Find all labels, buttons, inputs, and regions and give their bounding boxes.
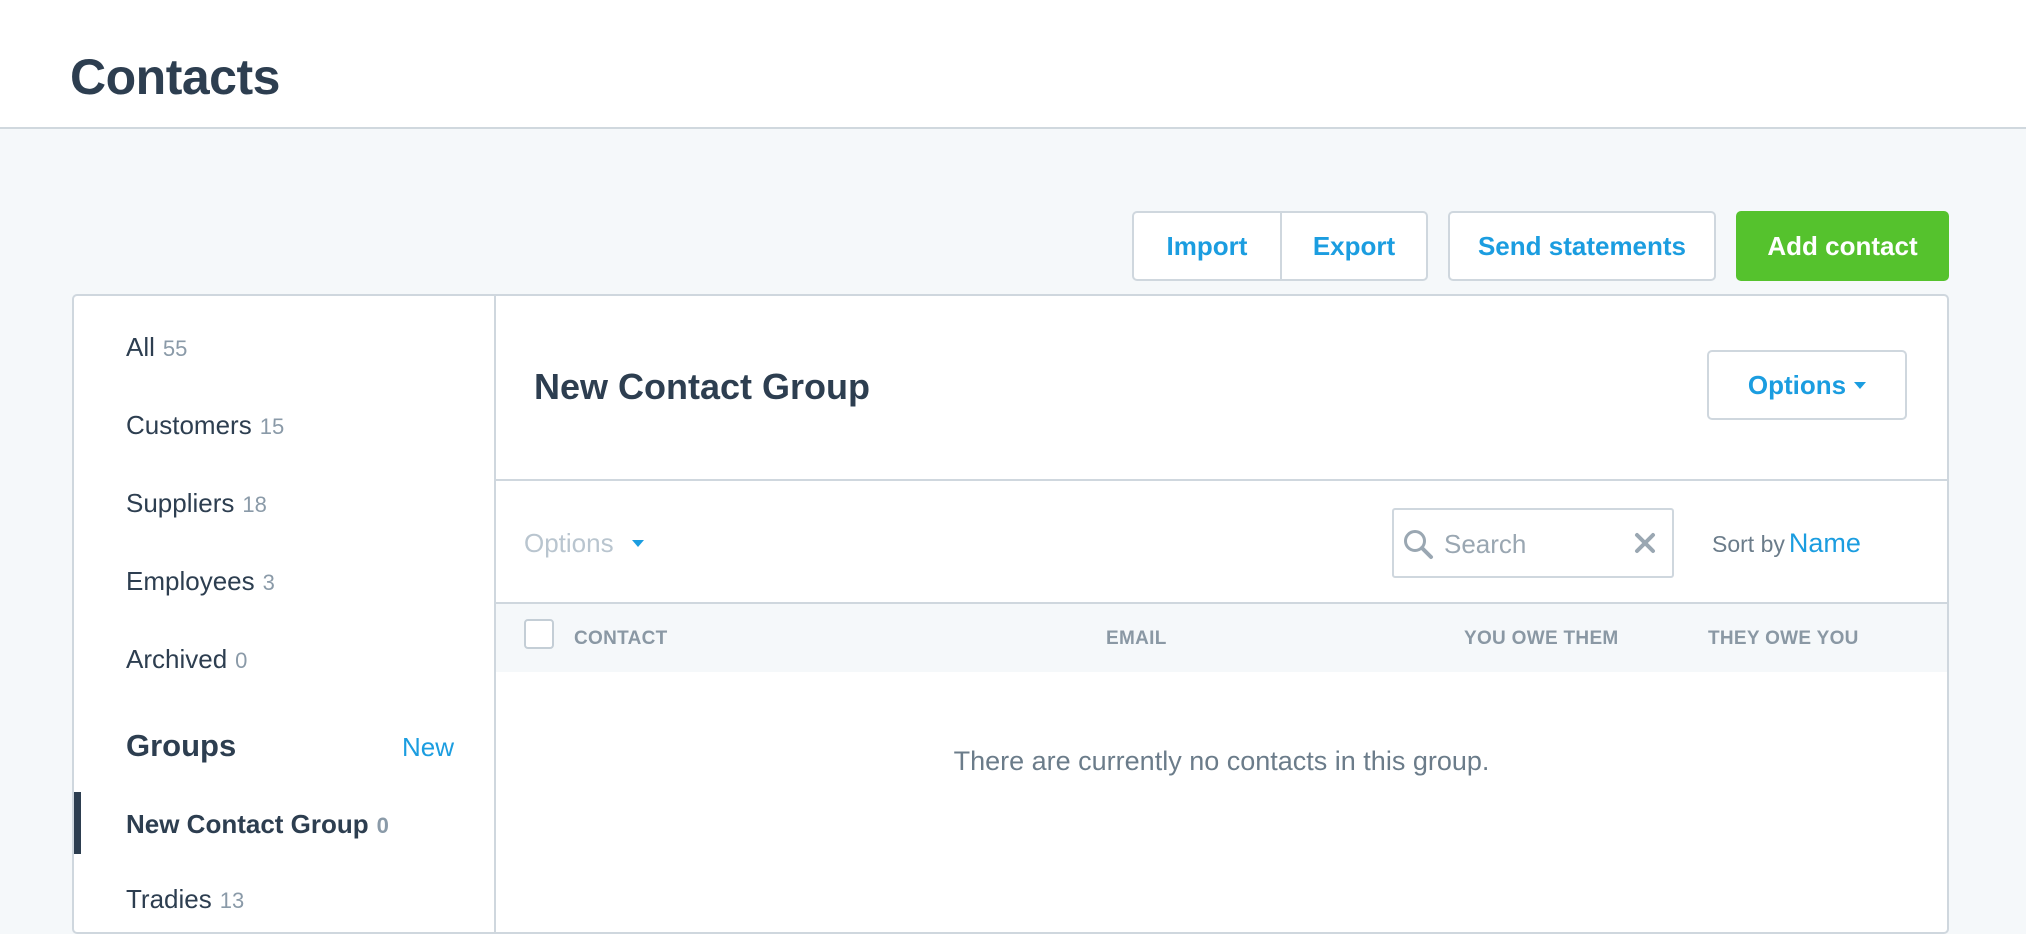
sidebar-item-label: Customers xyxy=(126,410,252,440)
bulk-options-dropdown[interactable]: Options xyxy=(524,528,644,559)
sidebar-group-label: Tradies xyxy=(126,884,212,914)
select-all-checkbox[interactable] xyxy=(524,619,554,649)
search-box xyxy=(1392,508,1674,578)
contacts-panel: All 55 Customers 15 Suppliers 18 Employees 3… xyxy=(72,294,1949,934)
sidebar-group-count: 0 xyxy=(376,813,389,838)
groups-heading: Groups xyxy=(126,728,237,763)
sort-label: Sort by xyxy=(1712,531,1785,557)
sidebar-item-count: 3 xyxy=(262,570,275,595)
sidebar-group-new-contact-group[interactable]: New Contact Group 0 xyxy=(126,809,389,840)
group-title: New Contact Group xyxy=(534,366,871,407)
sidebar-item-employees[interactable]: Employees 3 xyxy=(126,566,275,597)
send-statements-button[interactable]: Send statements xyxy=(1448,211,1716,281)
column-header-email[interactable]: EMAIL xyxy=(1106,628,1167,650)
group-options-button[interactable]: Options xyxy=(1707,350,1907,420)
export-button[interactable]: Export xyxy=(1280,211,1428,281)
sidebar-group-tradies[interactable]: Tradies 13 xyxy=(126,884,244,915)
sidebar-item-count: 15 xyxy=(259,414,285,439)
sidebar-item-suppliers[interactable]: Suppliers 18 xyxy=(126,488,267,519)
sidebar-item-customers[interactable]: Customers 15 xyxy=(126,410,284,441)
divider xyxy=(496,479,1947,481)
sidebar-item-count: 0 xyxy=(235,648,248,673)
empty-state-message: There are currently no contacts in this … xyxy=(953,746,1490,776)
table-header: CONTACT EMAIL YOU OWE THEM THEY OWE YOU xyxy=(496,602,1947,672)
sidebar-item-label: Suppliers xyxy=(126,488,235,518)
sidebar-item-count: 18 xyxy=(242,492,267,517)
sidebar-item-label: Archived xyxy=(126,644,228,674)
active-group-indicator xyxy=(74,792,81,854)
top-header: Contacts xyxy=(0,0,2026,129)
sidebar-item-archived[interactable]: Archived 0 xyxy=(126,644,247,675)
group-options-label: Options xyxy=(1747,369,1847,400)
clear-icon[interactable] xyxy=(1634,532,1656,554)
sidebar-group-count: 13 xyxy=(219,888,245,913)
page-title: Contacts xyxy=(70,49,280,105)
search-input[interactable] xyxy=(1444,526,1624,562)
sidebar-item-label: Employees xyxy=(126,566,255,596)
add-contact-button[interactable]: Add contact xyxy=(1736,211,1949,281)
sidebar-item-label: All xyxy=(126,332,155,362)
sidebar-item-count: 55 xyxy=(162,336,188,361)
sidebar-item-all[interactable]: All 55 xyxy=(126,332,187,363)
sidebar-group-label: New Contact Group xyxy=(126,809,369,839)
sort-control: Sort by Name xyxy=(1712,528,1861,559)
column-header-they-owe-you[interactable]: THEY OWE YOU xyxy=(1708,628,1859,650)
caret-down-icon xyxy=(1854,381,1867,389)
column-header-you-owe-them[interactable]: YOU OWE THEM xyxy=(1464,628,1619,650)
bulk-options-label: Options xyxy=(524,528,614,558)
sort-value-link[interactable]: Name xyxy=(1789,528,1861,558)
search-icon xyxy=(1404,530,1433,559)
new-group-link[interactable]: New xyxy=(402,732,454,763)
caret-down-icon xyxy=(631,540,644,547)
column-header-contact[interactable]: CONTACT xyxy=(574,628,668,650)
import-button[interactable]: Import xyxy=(1132,211,1282,281)
sidebar: All 55 Customers 15 Suppliers 18 Employees 3… xyxy=(74,296,496,932)
group-detail: New Contact Group Options Options Sort b… xyxy=(496,296,1947,932)
